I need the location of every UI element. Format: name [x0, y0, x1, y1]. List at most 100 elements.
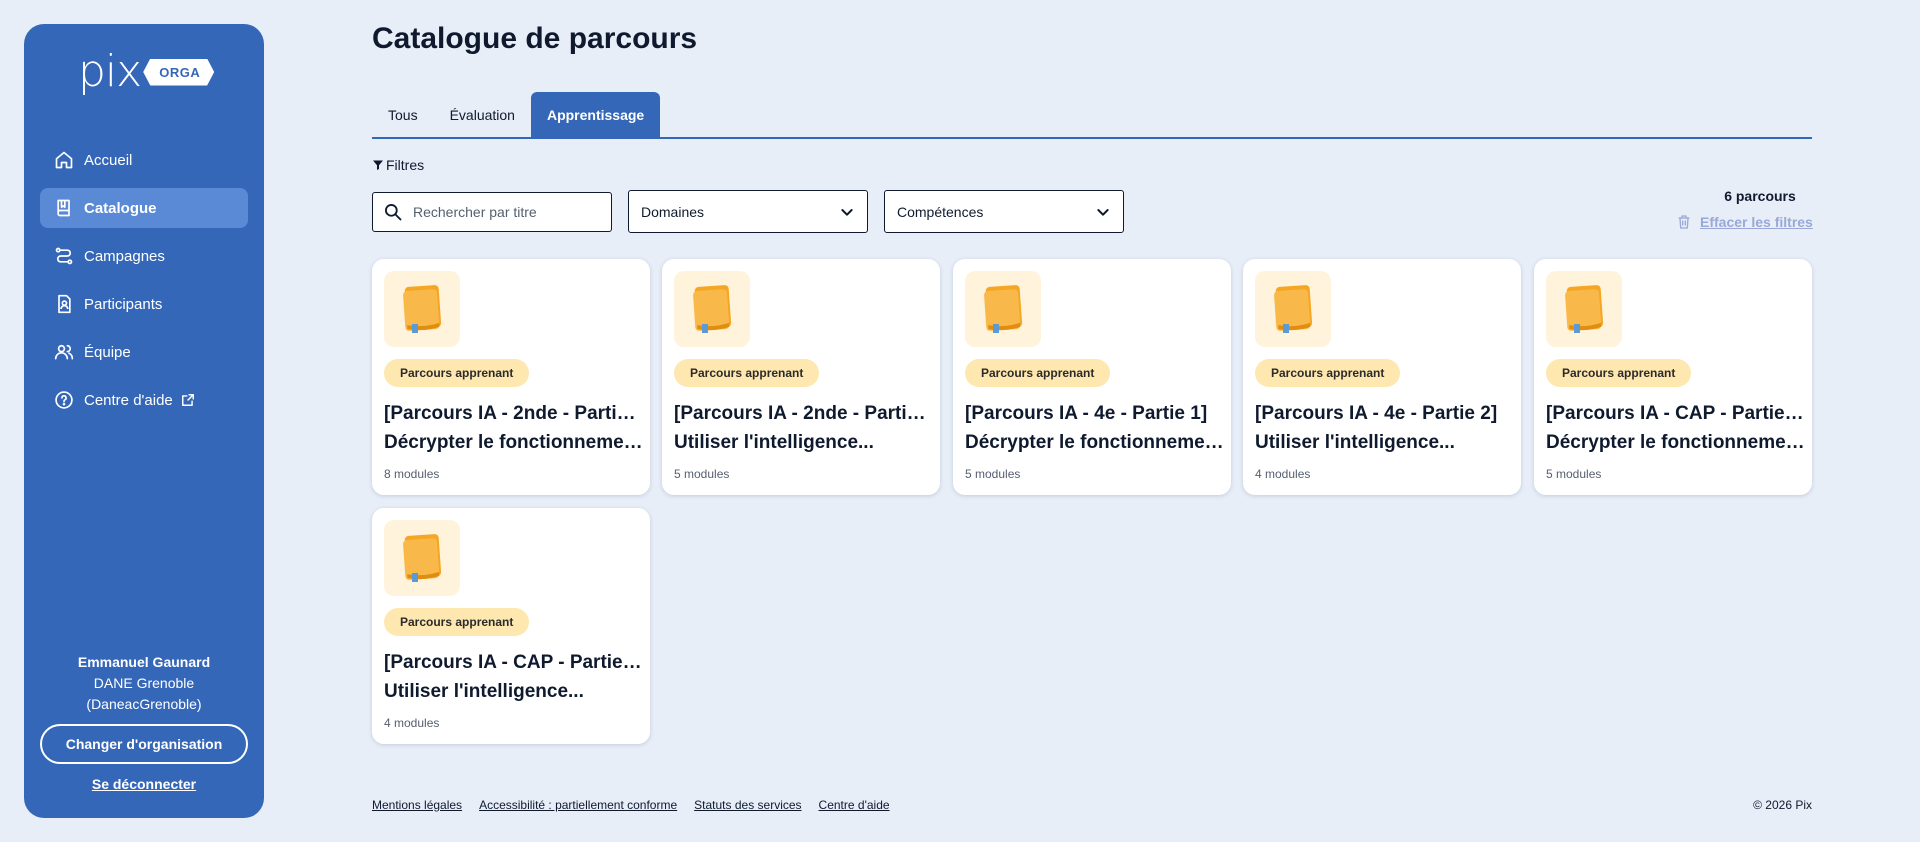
course-card[interactable]: Parcours apprenant [Parcours IA - 2nde - … — [372, 259, 650, 495]
course-thumbnail — [1255, 271, 1331, 347]
logout-link[interactable]: Se déconnecter — [24, 776, 264, 792]
tab-bar: Tous Évaluation Apprentissage — [372, 92, 1812, 139]
tab-tous[interactable]: Tous — [372, 92, 434, 137]
pix-orga-logo[interactable]: pix ORGA — [78, 46, 215, 97]
search-icon — [385, 204, 402, 221]
footer-link-mentions[interactable]: Mentions légales — [372, 798, 462, 812]
course-title: [Parcours IA - 2nde - Partie 2] Utiliser … — [674, 399, 934, 457]
course-modules-count: 4 modules — [1255, 467, 1311, 481]
domains-select[interactable]: Domaines — [628, 190, 868, 233]
copyright: © 2026 Pix — [1753, 798, 1812, 812]
book-icon — [403, 285, 442, 333]
course-title: [Parcours IA - 2nde - Partie 1] Décrypter… — [384, 399, 644, 457]
home-icon — [55, 151, 73, 169]
course-type-badge: Parcours apprenant — [384, 608, 530, 636]
book-icon — [1274, 285, 1313, 333]
filter-icon — [373, 160, 383, 170]
course-title-line: Décrypter le fonctionnemen... — [965, 432, 1225, 453]
external-link-icon — [181, 394, 194, 406]
course-thumbnail — [384, 271, 460, 347]
sidebar-item-label: Accueil — [84, 151, 133, 169]
sidebar-item-centre-aide[interactable]: Centre d'aide — [40, 380, 248, 420]
logo-text: pix — [78, 46, 142, 97]
sidebar-item-accueil[interactable]: Accueil — [40, 140, 248, 180]
course-title-line: Utiliser l'intelligence... — [1255, 432, 1455, 453]
course-title-line: Utiliser l'intelligence... — [384, 681, 584, 702]
sidebar-item-label: Participants — [84, 295, 163, 313]
tab-apprentissage[interactable]: Apprentissage — [530, 92, 661, 137]
footer-link-statuts[interactable]: Statuts des services — [694, 798, 801, 812]
sidebar-item-label: Campagnes — [84, 247, 165, 265]
sidebar-item-label: Catalogue — [84, 199, 157, 217]
course-title-line: Décrypter le fonctionnemen... — [384, 432, 644, 453]
tab-evaluation[interactable]: Évaluation — [434, 92, 531, 137]
course-title-line: Utiliser l'intelligence... — [674, 432, 874, 453]
filters-label: Filtres — [372, 157, 424, 173]
competences-select[interactable]: Compétences — [884, 190, 1124, 233]
user-organization-code: (DaneacGrenoble) — [86, 696, 202, 712]
clear-filters-label: Effacer les filtres — [1700, 214, 1813, 230]
course-card[interactable]: Parcours apprenant [Parcours IA - 4e - Pa… — [953, 259, 1231, 495]
course-title-line: Décrypter le fonctionnemen... — [1546, 432, 1806, 453]
course-modules-count: 4 modules — [384, 716, 440, 730]
course-title: [Parcours IA - CAP - Partie 2] Utiliser l… — [384, 648, 644, 706]
footer-link-centre-aide[interactable]: Centre d'aide — [819, 798, 890, 812]
user-organization: DANE Grenoble — [93, 675, 195, 691]
course-title-line: [Parcours IA - 4e - Partie 1] — [965, 403, 1208, 424]
sidebar-item-catalogue[interactable]: Catalogue — [40, 188, 248, 228]
course-title-line: [Parcours IA - 4e - Partie 2] — [1255, 403, 1498, 424]
course-type-badge: Parcours apprenant — [965, 359, 1111, 387]
course-type-badge: Parcours apprenant — [1546, 359, 1692, 387]
course-type-badge: Parcours apprenant — [1255, 359, 1401, 387]
course-title-line: [Parcours IA - CAP - Partie 1] — [1546, 403, 1806, 424]
course-thumbnail — [384, 520, 460, 596]
book-icon — [57, 199, 70, 217]
chevron-down-icon — [1097, 208, 1109, 216]
change-organization-button[interactable]: Changer d'organisation — [40, 724, 248, 764]
search-field[interactable] — [372, 192, 612, 232]
clear-filters-button[interactable]: Effacer les filtres — [1676, 214, 1813, 230]
course-title: [Parcours IA - 4e - Partie 1] Décrypter l… — [965, 399, 1225, 457]
user-info: Emmanuel Gaunard DANE Grenoble (DaneacGr… — [24, 652, 264, 715]
competences-select-value: Compétences — [897, 203, 984, 220]
course-title-line: [Parcours IA - 2nde - Partie 1] — [384, 403, 644, 424]
book-icon — [984, 285, 1023, 333]
course-card[interactable]: Parcours apprenant [Parcours IA - 4e - Pa… — [1243, 259, 1521, 495]
course-thumbnail — [674, 271, 750, 347]
course-modules-count: 5 modules — [674, 467, 730, 481]
course-title-line: [Parcours IA - CAP - Partie 2] — [384, 652, 644, 673]
sidebar-item-participants[interactable]: Participants — [40, 284, 248, 324]
course-card[interactable]: Parcours apprenant [Parcours IA - CAP - P… — [372, 508, 650, 744]
course-type-badge: Parcours apprenant — [674, 359, 820, 387]
search-input[interactable] — [413, 204, 593, 220]
sidebar-item-equipe[interactable]: Équipe — [40, 332, 248, 372]
sidebar-item-label: Équipe — [84, 343, 131, 361]
chevron-down-icon — [841, 208, 853, 216]
domains-select-value: Domaines — [641, 203, 705, 220]
course-thumbnail — [965, 271, 1041, 347]
course-type-badge: Parcours apprenant — [384, 359, 530, 387]
course-modules-count: 8 modules — [384, 467, 440, 481]
help-icon — [55, 391, 73, 409]
route-icon — [55, 247, 73, 265]
results-count: 6 parcours — [1724, 188, 1796, 204]
footer-link-accessibilite[interactable]: Accessibilité : partiellement conforme — [479, 798, 677, 812]
course-title: [Parcours IA - CAP - Partie 1] Décrypter … — [1546, 399, 1806, 457]
course-card[interactable]: Parcours apprenant [Parcours IA - CAP - P… — [1534, 259, 1812, 495]
course-title-line: [Parcours IA - 2nde - Partie 2] — [674, 403, 934, 424]
page-title: Catalogue de parcours — [372, 22, 698, 55]
book-icon — [403, 534, 442, 582]
book-icon — [693, 285, 732, 333]
sidebar-item-label: Centre d'aide — [84, 391, 173, 409]
sidebar: pix ORGA Accueil Catalogue Campagnes Par… — [24, 24, 264, 818]
book-icon — [1565, 285, 1604, 333]
footer-links: Mentions légales Accessibilité : partiel… — [372, 798, 907, 812]
logo-badge: ORGA — [143, 58, 215, 86]
user-doc-icon — [58, 294, 71, 314]
sidebar-item-campagnes[interactable]: Campagnes — [40, 236, 248, 276]
user-name: Emmanuel Gaunard — [77, 654, 211, 670]
course-modules-count: 5 modules — [1546, 467, 1602, 481]
course-title: [Parcours IA - 4e - Partie 2] Utiliser l'… — [1255, 399, 1515, 457]
course-card[interactable]: Parcours apprenant [Parcours IA - 2nde - … — [662, 259, 940, 495]
course-thumbnail — [1546, 271, 1622, 347]
